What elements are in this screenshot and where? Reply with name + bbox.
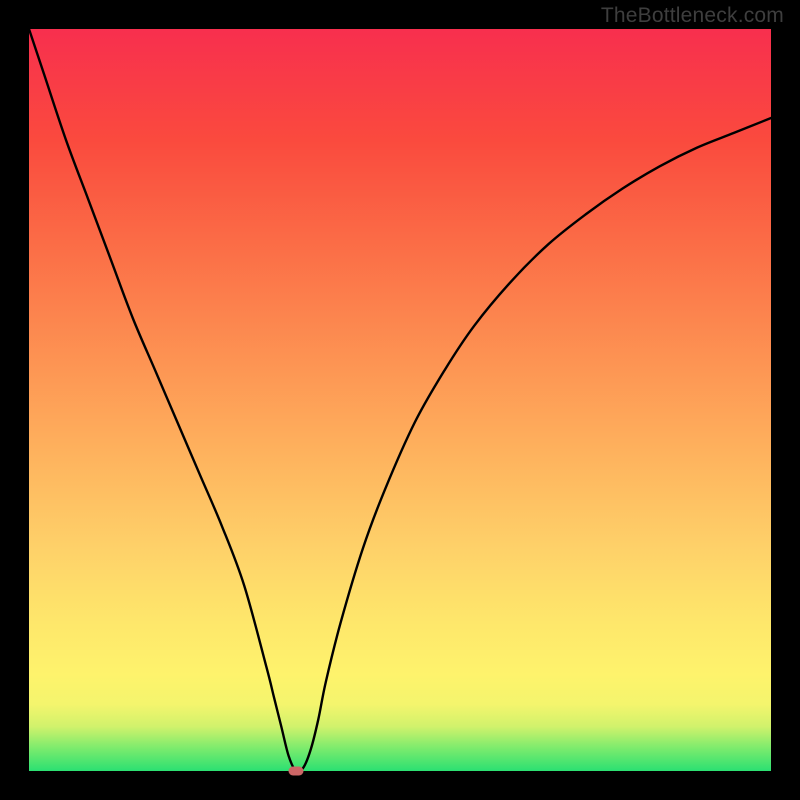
plot-area [29,29,771,771]
watermark-text: TheBottleneck.com [601,4,784,28]
optimal-marker [289,767,304,776]
chart-frame: TheBottleneck.com [0,0,800,800]
curve-svg [29,29,771,771]
bottleneck-curve [29,29,771,772]
